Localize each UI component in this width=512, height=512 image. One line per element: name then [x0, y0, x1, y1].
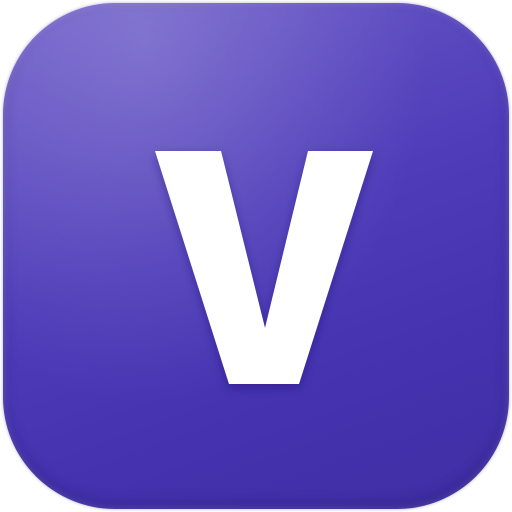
letter-v-shape — [155, 151, 373, 384]
icon-canvas: V — [0, 0, 512, 512]
letter-v-glyph — [155, 151, 373, 384]
app-icon[interactable]: V — [3, 3, 509, 509]
